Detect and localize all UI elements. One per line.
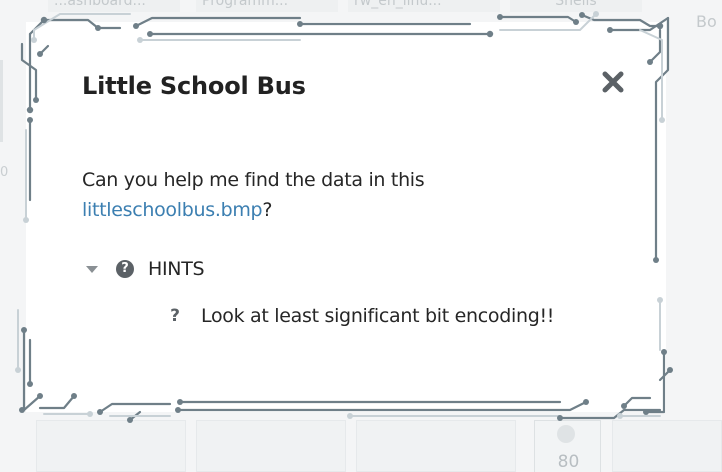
background-cell	[196, 420, 346, 472]
challenge-description: Can you help me find the data in this li…	[82, 165, 582, 225]
file-download-link[interactable]: littleschoolbus.bmp	[82, 199, 263, 221]
hint-text: Look at least significant bit encoding!!	[201, 305, 555, 327]
background-challenge-card: 80	[534, 420, 601, 472]
caret-down-icon	[86, 265, 98, 273]
question-circle-icon: ?	[116, 260, 134, 278]
modal-title: Little School Bus	[82, 72, 306, 100]
background-tab-bar: ...ashboard... Programm... rw_en_linu...…	[0, 0, 722, 14]
close-icon[interactable]	[599, 68, 627, 96]
background-tab: Programm...	[196, 0, 338, 12]
description-text: Can you help me find the data in this	[82, 169, 425, 191]
background-cell	[356, 420, 516, 472]
background-grid	[0, 420, 722, 472]
description-text: ?	[262, 199, 273, 221]
page: ...ashboard... Programm... rw_en_linu...…	[0, 0, 722, 472]
background-card-points: 80	[557, 452, 580, 472]
background-card-icon	[557, 425, 575, 443]
background-tab: rw_en_linu...	[348, 0, 500, 12]
hints-label: HINTS	[148, 258, 205, 280]
background-panel	[0, 60, 3, 142]
hint-item: ? Look at least significant bit encoding…	[168, 302, 554, 330]
background-tab: ...ashboard...	[48, 0, 180, 12]
background-cell	[36, 420, 186, 472]
background-partial-text: Bo	[696, 12, 717, 31]
background-tab: Shells	[510, 0, 642, 12]
background-partial-text: 0	[0, 165, 9, 180]
hints-toggle[interactable]: ? HINTS	[86, 256, 205, 282]
background-cell	[612, 420, 722, 472]
question-mark-icon: ?	[170, 306, 180, 326]
